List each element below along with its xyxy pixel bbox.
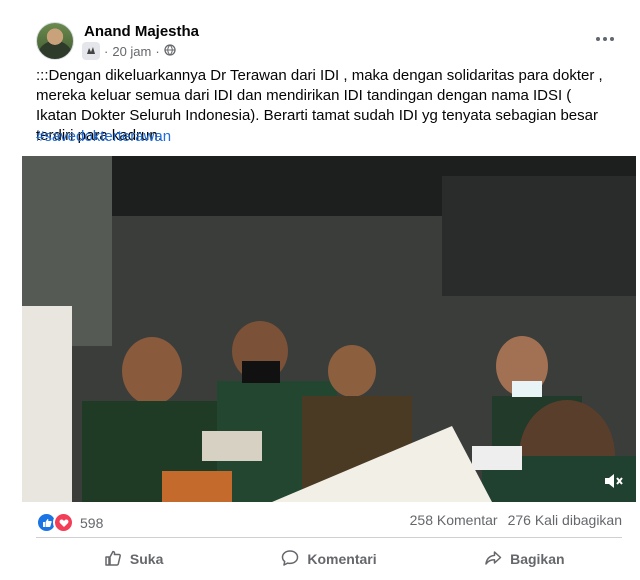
share-button[interactable]: Bagikan xyxy=(427,544,622,574)
share-label: Bagikan xyxy=(510,551,565,567)
love-reaction-icon xyxy=(53,512,74,533)
comments-count[interactable]: 258 Komentar xyxy=(410,512,498,528)
share-arrow-icon xyxy=(484,549,502,570)
group-badge-icon xyxy=(82,42,100,60)
reactions-count: 598 xyxy=(80,514,104,531)
divider xyxy=(36,537,622,538)
post-header: Anand Majestha · 20 jam · xyxy=(36,22,622,62)
more-options-icon[interactable] xyxy=(592,26,618,52)
post-actions: Suka Komentari Bagikan xyxy=(36,544,622,574)
author-name[interactable]: Anand Majestha xyxy=(84,23,199,40)
separator-dot: · xyxy=(155,43,160,59)
facebook-post: Anand Majestha · 20 jam · :::Dengan dike… xyxy=(0,0,640,580)
video-frame xyxy=(22,156,636,502)
globe-icon xyxy=(164,43,176,59)
hashtag-link[interactable]: #savedokterterawan xyxy=(36,128,171,145)
mute-toggle-icon[interactable] xyxy=(600,468,626,494)
post-meta: · 20 jam · xyxy=(82,42,176,60)
comment-bubble-icon xyxy=(281,549,299,570)
engagement-counts: 258 Komentar 276 Kali dibagikan xyxy=(410,512,622,528)
comment-button[interactable]: Komentari xyxy=(231,544,426,574)
separator-dot: · xyxy=(104,43,109,59)
like-button[interactable]: Suka xyxy=(36,544,231,574)
post-time[interactable]: 20 jam xyxy=(112,44,151,59)
post-video[interactable] xyxy=(22,156,636,502)
thumbs-up-icon xyxy=(104,549,122,570)
reactions-summary[interactable]: 598 xyxy=(36,512,103,533)
post-stats: 598 258 Komentar 276 Kali dibagikan xyxy=(36,512,622,533)
avatar[interactable] xyxy=(36,22,74,60)
comment-label: Komentari xyxy=(307,551,377,567)
like-label: Suka xyxy=(129,551,164,567)
shares-count[interactable]: 276 Kali dibagikan xyxy=(508,512,622,528)
